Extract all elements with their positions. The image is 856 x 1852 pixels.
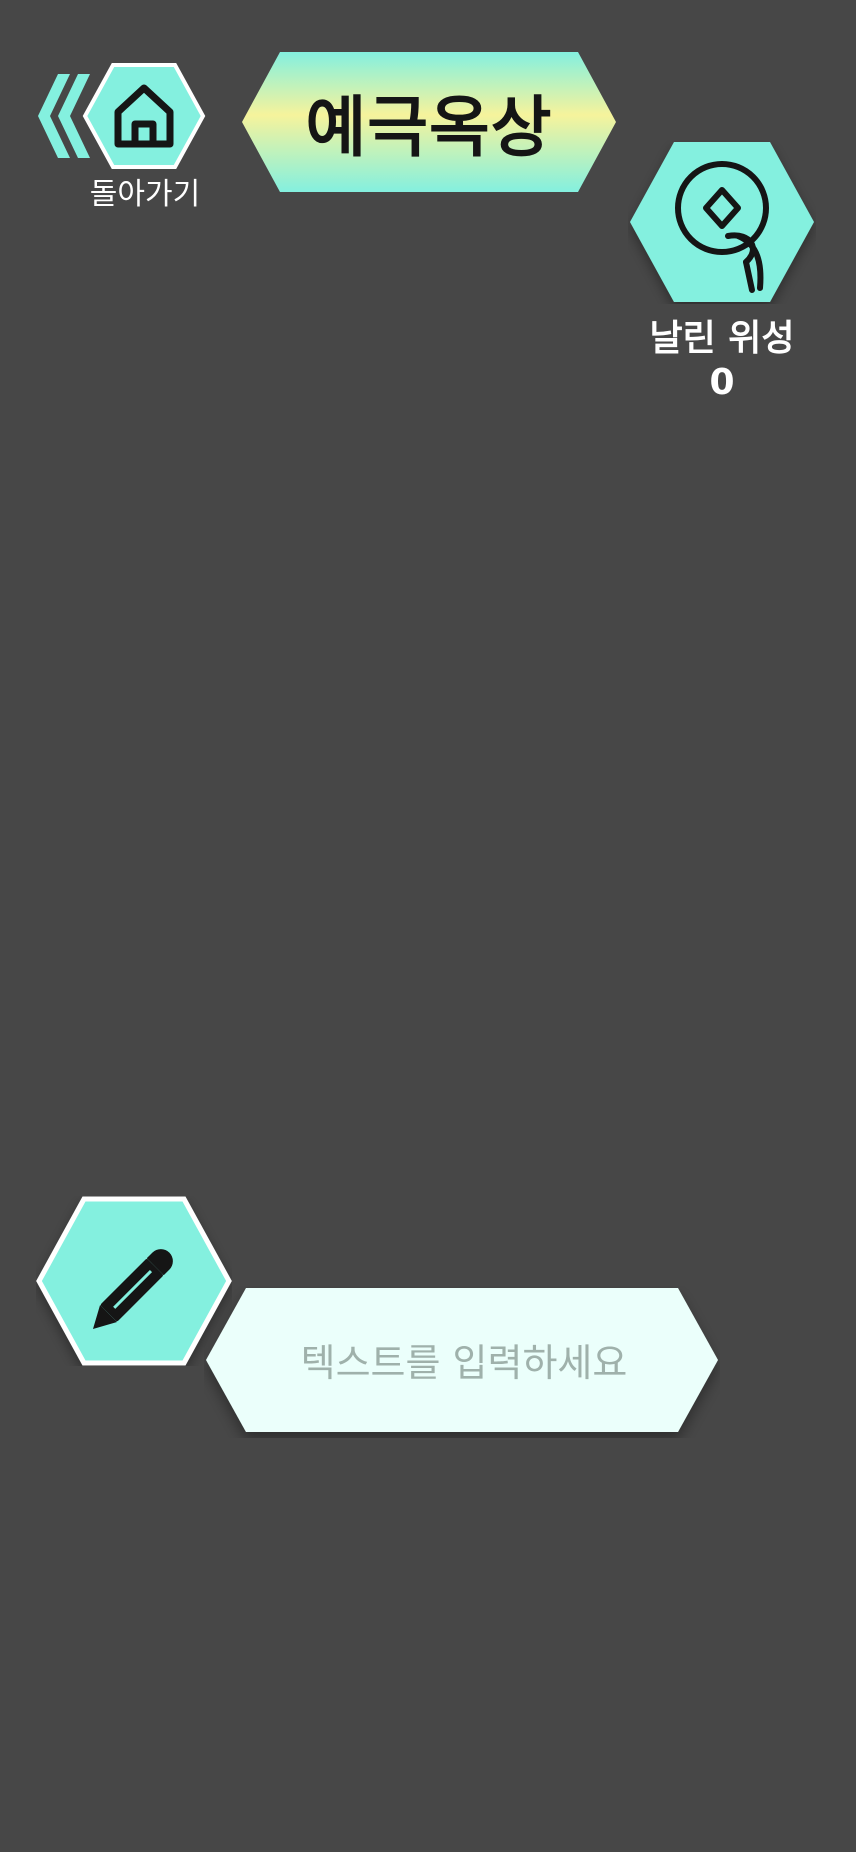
satellite-label: 날린 위성 — [649, 318, 795, 359]
pencil-button[interactable] — [36, 1196, 232, 1366]
home-button[interactable] — [82, 62, 206, 170]
page-title: 예극옥상 — [305, 89, 553, 166]
satellite-count: 0 — [709, 362, 735, 403]
back-label[interactable]: 돌아가기 — [70, 176, 220, 214]
text-input[interactable] — [248, 1286, 680, 1440]
satellite-button[interactable] — [628, 140, 816, 304]
